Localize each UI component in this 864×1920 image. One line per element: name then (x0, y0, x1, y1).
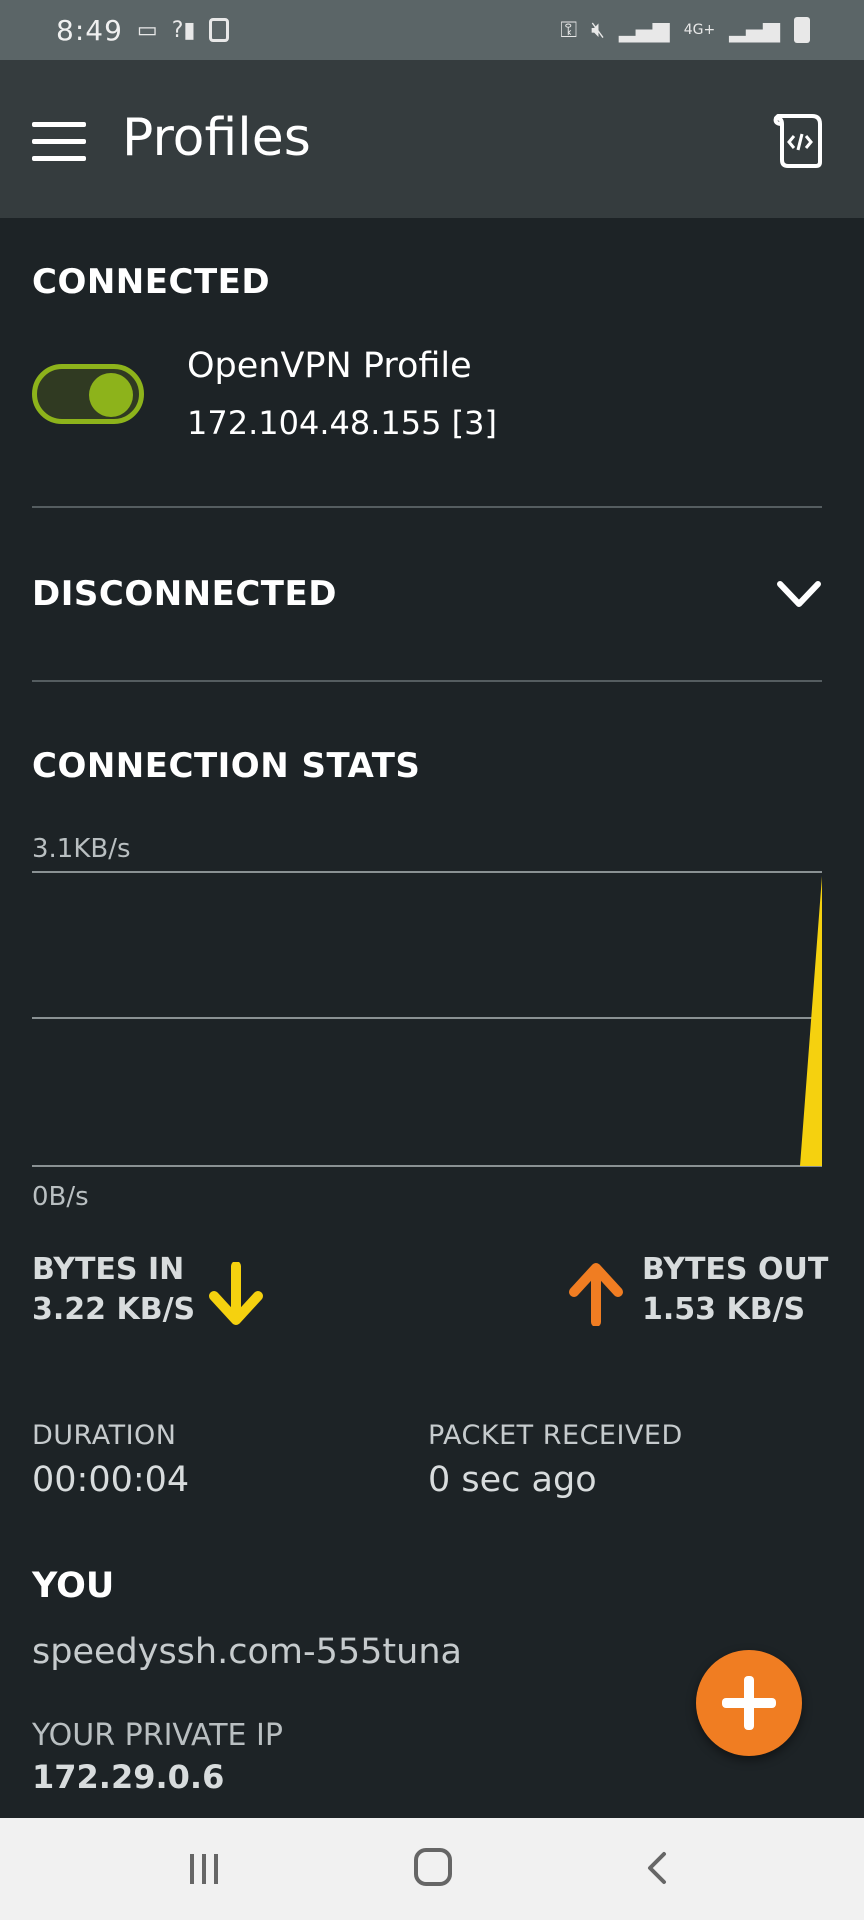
toggle-knob (89, 373, 133, 417)
signal-icon: ?▮ (171, 17, 196, 43)
chart-min-label: 0B/s (32, 1182, 89, 1212)
username: speedyssh.com-555tuna (32, 1632, 462, 1672)
mute-icon: 🔇︎ (591, 17, 605, 43)
private-ip-label: YOUR PRIVATE IP (32, 1718, 283, 1753)
vpn-key-small-icon: ▭ (136, 17, 158, 43)
traffic-chart (32, 871, 822, 1167)
screen-record-icon (209, 18, 230, 42)
recents-button[interactable] (190, 1854, 226, 1886)
connection-stats-title: CONNECTION STATS (32, 746, 421, 786)
profile-name[interactable]: OpenVPN Profile (187, 346, 472, 386)
chevron-down-icon[interactable] (776, 578, 822, 612)
arrow-up-icon (569, 1263, 623, 1326)
traffic-area-series-0 (32, 876, 822, 1166)
status-bar-left: 8:49 ▭ ?▮ (56, 13, 230, 47)
network-type: 4G+ (683, 22, 716, 38)
connected-section-title: CONNECTED (32, 262, 271, 302)
home-button[interactable] (414, 1848, 452, 1886)
bytes-in-label: BYTES IN (32, 1252, 185, 1287)
signal-bars-icon: ▂▄▆ (618, 17, 670, 43)
duration-value: 00:00:04 (32, 1460, 190, 1500)
packet-received-value: 0 sec ago (428, 1460, 597, 1500)
add-profile-button[interactable] (696, 1650, 802, 1756)
status-time: 8:49 (56, 13, 123, 47)
private-ip-value: 172.29.0.6 (32, 1758, 225, 1796)
import-profile-icon[interactable] (772, 112, 826, 168)
bytes-out-label: BYTES OUT (642, 1252, 829, 1287)
back-button[interactable] (642, 1848, 672, 1888)
battery-icon (794, 17, 810, 43)
bytes-out-value: 1.53 KB/S (642, 1292, 806, 1327)
duration-label: DURATION (32, 1420, 177, 1451)
chart-max-label: 3.1KB/s (32, 834, 131, 864)
hamburger-menu-icon[interactable] (32, 122, 86, 162)
status-bar: 8:49 ▭ ?▮ ⚿ 🔇︎ ▂▄▆ 4G+ ▂▄▆ (0, 0, 864, 60)
app-bar: Profiles (0, 60, 864, 218)
you-title: YOU (32, 1566, 115, 1606)
page-title: Profiles (122, 108, 311, 168)
status-bar-right: ⚿ 🔇︎ ▂▄▆ 4G+ ▂▄▆ (560, 17, 810, 43)
profile-ip: 172.104.48.155 [3] (187, 404, 497, 442)
navigation-bar (0, 1818, 864, 1920)
divider (32, 506, 822, 508)
profile-toggle[interactable] (32, 364, 144, 424)
vpn-key-icon: ⚿ (560, 17, 578, 43)
packet-received-label: PACKET RECEIVED (428, 1420, 683, 1451)
arrow-down-icon (209, 1262, 263, 1325)
divider (32, 680, 822, 682)
bytes-in-value: 3.22 KB/S (32, 1292, 196, 1327)
disconnected-section-title[interactable]: DISCONNECTED (32, 574, 337, 614)
signal-bars-2-icon: ▂▄▆ (729, 17, 780, 43)
